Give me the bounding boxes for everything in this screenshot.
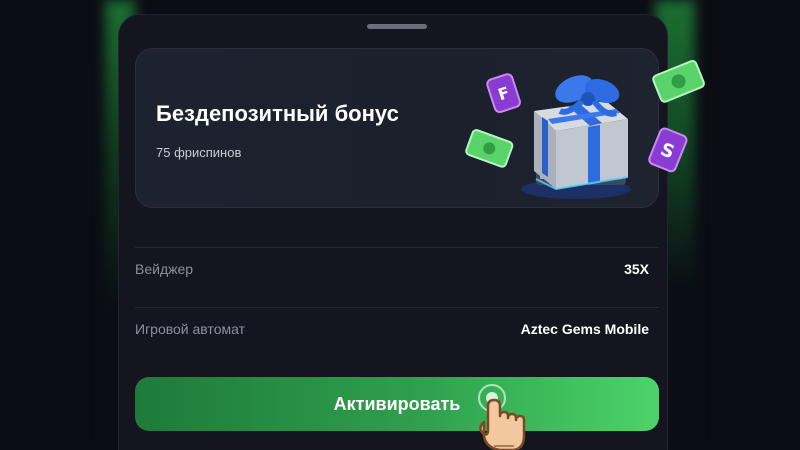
cash-note-icon: [652, 59, 705, 103]
bonus-title: Бездепозитный бонус: [156, 101, 399, 126]
divider: [135, 247, 659, 248]
bonus-card: Бездепозитный бонус 75 фриспинов F S: [135, 48, 705, 208]
gift-illustration: F S: [465, 59, 705, 199]
pointing-hand-icon: [478, 384, 526, 450]
slot-label: Игровой автомат: [135, 321, 245, 337]
wager-value: 35X: [624, 261, 649, 277]
cash-note-icon: [465, 129, 514, 168]
sheet-drag-handle[interactable]: [367, 24, 427, 29]
activate-button[interactable]: Активировать: [135, 377, 659, 431]
slot-card-icon: S: [648, 127, 688, 173]
slot-card-icon: F: [486, 73, 521, 114]
slot-value: Aztec Gems Mobile: [520, 321, 649, 337]
activate-button-label: Активировать: [333, 393, 461, 414]
divider: [135, 307, 659, 308]
gift-icon: [521, 75, 631, 199]
bonus-subtitle: 75 фриспинов: [156, 145, 242, 160]
bonus-bottom-sheet: Бездепозитный бонус 75 фриспинов F S Вей…: [118, 14, 705, 450]
wager-label: Вейджер: [135, 261, 194, 277]
